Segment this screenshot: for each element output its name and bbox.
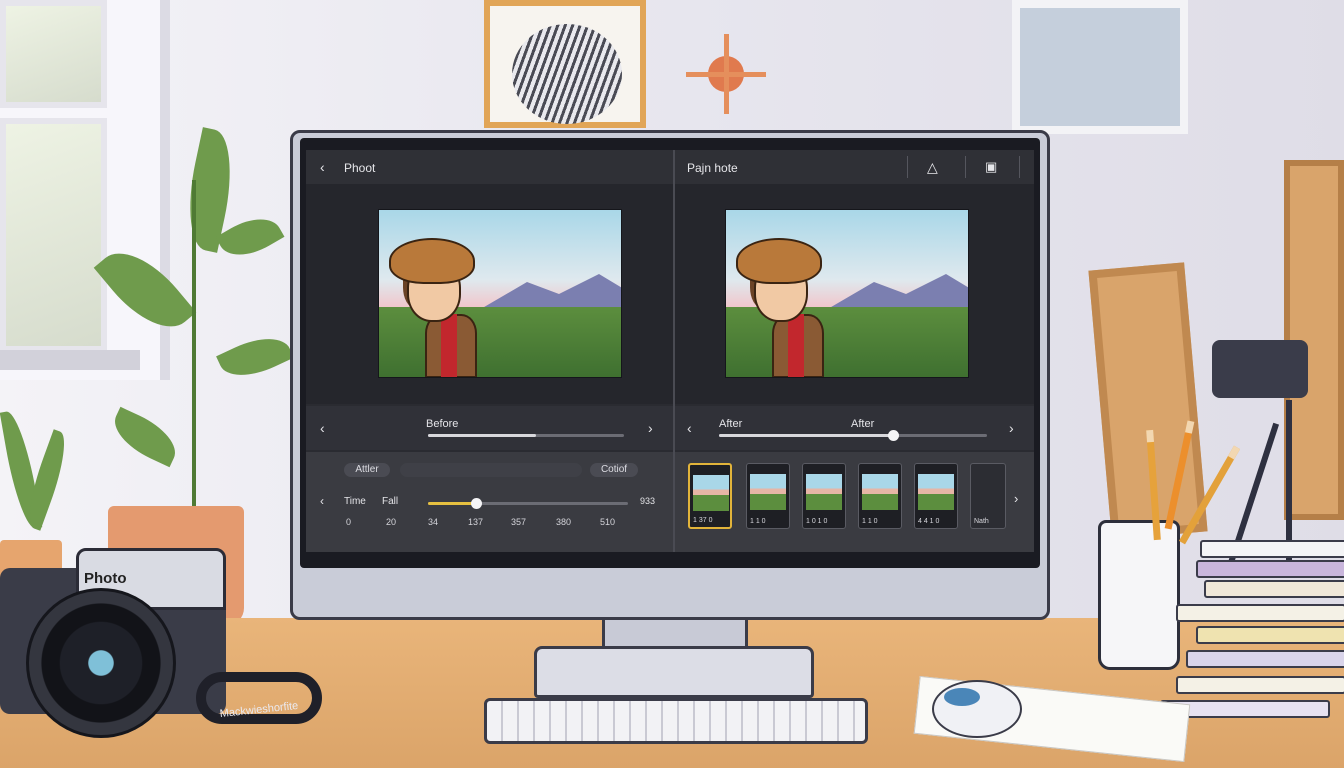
toggle-track[interactable] (400, 463, 582, 477)
thumbnail[interactable]: 1 0 1 0 (802, 463, 846, 529)
before-compare-bar: ‹ Before › (306, 406, 673, 450)
chevron-left-icon[interactable]: ‹ (320, 160, 325, 174)
header-divider (1019, 156, 1020, 178)
chevron-right-icon[interactable]: › (1014, 492, 1018, 506)
timeline-tick: 380 (556, 517, 572, 527)
thumbnail-caption: 1 0 1 0 (806, 518, 828, 525)
chevron-left-icon[interactable]: ‹ (320, 421, 325, 435)
book (1176, 604, 1344, 622)
chevron-left-icon[interactable]: ‹ (687, 421, 692, 435)
window-sill (0, 350, 140, 370)
export-icon[interactable]: ▣ (985, 160, 997, 174)
slider-end-value: 933 (640, 496, 656, 506)
time-slider-handle[interactable] (471, 498, 482, 509)
window-pane (0, 118, 107, 352)
chevron-left-icon[interactable]: ‹ (320, 494, 324, 508)
thumbnail[interactable]: 1 37 0 (688, 463, 732, 529)
thumbnail-caption: 1 1 0 (862, 518, 878, 525)
window-pane (0, 0, 107, 108)
time-slider[interactable] (428, 498, 628, 509)
mouse (932, 680, 1022, 738)
book (1186, 650, 1344, 668)
timeline-panel: Attler Cotiof ‹ Time Fall 933 (306, 452, 673, 552)
camera-lens (26, 588, 176, 738)
before-label: Before (426, 418, 459, 430)
pencil-cup (1098, 520, 1180, 670)
book (1196, 560, 1344, 578)
compare-slider-fill (719, 434, 894, 437)
after-compare-bar: ‹ After After › (675, 406, 1034, 450)
plant (93, 120, 294, 520)
after-preview-pane (675, 184, 1034, 404)
chevron-right-icon[interactable]: › (648, 421, 653, 435)
tripod-camera (1212, 340, 1308, 398)
left-panel-title: Phoot (344, 161, 376, 175)
timeline-tick: 20 (386, 517, 397, 527)
time-slider-fill (428, 502, 476, 505)
book (1204, 580, 1344, 598)
left-header-bar: ‹ Phoot (306, 150, 673, 185)
thumbnail[interactable]: Nath (970, 463, 1006, 529)
header-divider (907, 156, 908, 178)
after-label: After (851, 418, 875, 430)
window (0, 0, 170, 380)
chevron-right-icon[interactable]: › (1009, 421, 1014, 435)
thumbnail[interactable]: 4 4 1 0 (914, 463, 958, 529)
thumbnail-caption: 1 37 0 (693, 517, 713, 524)
time-label: Time (344, 496, 366, 507)
after-photo (725, 209, 969, 378)
timeline-tick: 510 (600, 517, 616, 527)
after-label: After (719, 418, 743, 430)
thumbnail-caption: Nath (974, 518, 989, 525)
fall-label: Fall (382, 496, 399, 507)
thumbnail[interactable]: 1 1 0 (746, 463, 790, 529)
before-preview-pane (306, 184, 673, 404)
person-icon[interactable]: △ (927, 160, 938, 174)
toggle-right[interactable]: Cotiof (590, 463, 638, 477)
right-header-bar: Pajn hote △ ▣ (675, 150, 1034, 185)
before-slider-fill (428, 434, 536, 437)
wall-art-frame (484, 0, 646, 128)
header-divider (965, 156, 966, 178)
before-photo (378, 209, 622, 378)
timeline-tick: 137 (468, 517, 484, 527)
timeline-tick: 0 (346, 517, 352, 527)
thumbnail[interactable]: 1 1 0 (858, 463, 902, 529)
small-plant (0, 400, 75, 550)
map-frame (1012, 0, 1188, 134)
timeline-tick: 357 (511, 517, 527, 527)
camera-label: Photo (84, 570, 127, 587)
book (1200, 540, 1344, 558)
monitor-stand-base (534, 646, 814, 698)
right-panel-title: Pajn hote (687, 161, 738, 175)
photo-editor-app: ‹ Phoot Pajn hote △ ▣ ‹ Before › ‹ After (306, 150, 1034, 552)
keyboard (484, 698, 868, 744)
book (1196, 626, 1344, 644)
thumbnail-caption: 4 4 1 0 (918, 518, 940, 525)
thumbnail-caption: 1 1 0 (750, 518, 766, 525)
book (1176, 676, 1344, 694)
before-slider[interactable] (428, 434, 624, 437)
toggle-left[interactable]: Attler (344, 463, 390, 477)
compare-slider-handle[interactable] (888, 430, 900, 441)
compare-slider[interactable] (719, 430, 987, 441)
timeline-tick: 34 (428, 517, 439, 527)
sun-decoration (686, 34, 766, 114)
